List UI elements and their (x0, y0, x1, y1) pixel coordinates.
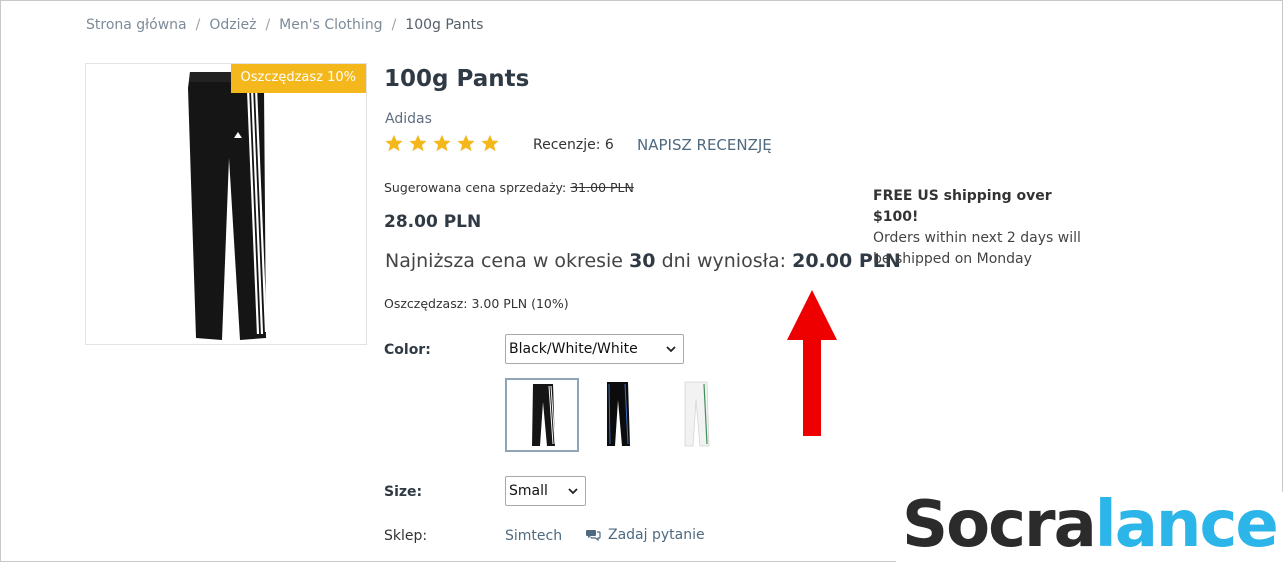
chat-bubble-icon (586, 530, 601, 542)
star-icon (433, 134, 451, 152)
color-label: Color: (384, 342, 431, 358)
star-icon (385, 134, 403, 152)
breadcrumb-current: 100g Pants (405, 17, 484, 33)
star-icon (409, 134, 427, 152)
watermark-text: Socralance (902, 488, 1279, 562)
breadcrumb-link-clothing[interactable]: Odzież (209, 17, 256, 33)
size-label: Size: (384, 484, 423, 500)
product-title: 100g Pants (384, 66, 530, 92)
breadcrumb-link-mens-clothing[interactable]: Men's Clothing (279, 17, 382, 33)
color-swatch-black-white-white[interactable] (505, 378, 579, 452)
rating-stars (384, 134, 500, 153)
ask-question-label: Zadaj pytanie (608, 527, 705, 543)
color-select-value: Black/White/White (509, 341, 638, 357)
star-icon (481, 134, 499, 152)
store-label: Sklep: (384, 528, 428, 544)
shipping-line-1: Orders within next 2 days will (873, 230, 1081, 246)
chevron-down-icon (666, 346, 676, 353)
ask-question-link[interactable]: Zadaj pytanie (585, 527, 705, 543)
suggested-price-label: Sugerowana cena sprzedaży: (384, 180, 567, 195)
size-select-value: Small (509, 483, 548, 499)
watermark-part-1: Socra (902, 488, 1097, 562)
store-link[interactable]: Simtech (505, 528, 562, 544)
size-select[interactable]: Small (505, 476, 586, 506)
product-image-box[interactable]: Oszczędzasz 10% (85, 63, 367, 345)
product-main-image[interactable] (182, 68, 272, 342)
breadcrumb-link-home[interactable]: Strona główna (86, 17, 187, 33)
lowest-price-prefix: Najniższa cena w okresie (385, 250, 624, 272)
breadcrumb-separator: / (265, 17, 271, 33)
product-price: 28.00 PLN (384, 212, 482, 232)
color-swatch-black[interactable] (580, 378, 654, 452)
write-review-link[interactable]: NAPISZ RECENZJĘ (637, 136, 772, 154)
chevron-down-icon (568, 488, 578, 495)
swatch-image-black-alt (607, 382, 630, 446)
brand-link[interactable]: Adidas (385, 111, 432, 127)
shipping-info: FREE US shipping over $100! Orders withi… (873, 186, 1083, 270)
color-swatch-white[interactable] (657, 378, 731, 452)
watermark-part-2: lance (1094, 488, 1279, 562)
watermark-logo: Socralance (896, 488, 1283, 562)
breadcrumb-separator: / (391, 17, 397, 33)
lowest-price-middle: dni wyniosła: (661, 250, 787, 272)
star-icon (457, 134, 475, 152)
shipping-headline: FREE US shipping over $100! (873, 188, 1052, 225)
swatch-image-black (532, 384, 556, 446)
red-arrow-up (787, 290, 837, 436)
lowest-price-days: 30 (629, 250, 656, 272)
breadcrumb: Strona główna / Odzież / Men's Clothing … (86, 17, 483, 33)
reviews-count-link[interactable]: Recenzje: 6 (533, 137, 614, 153)
discount-badge: Oszczędzasz 10% (230, 64, 366, 93)
lowest-price-info: Najniższa cena w okresie 30 dni wyniosła… (385, 250, 901, 272)
swatch-image-white (684, 381, 710, 447)
suggested-price-value: 31.00 PLN (570, 180, 634, 195)
color-select[interactable]: Black/White/White (505, 334, 684, 364)
breadcrumb-separator: / (195, 17, 201, 33)
shipping-line-2: be shipped on Monday (873, 251, 1032, 267)
savings-text: Oszczędzasz: 3.00 PLN (10%) (384, 296, 569, 311)
suggested-price: Sugerowana cena sprzedaży: 31.00 PLN (384, 180, 634, 195)
